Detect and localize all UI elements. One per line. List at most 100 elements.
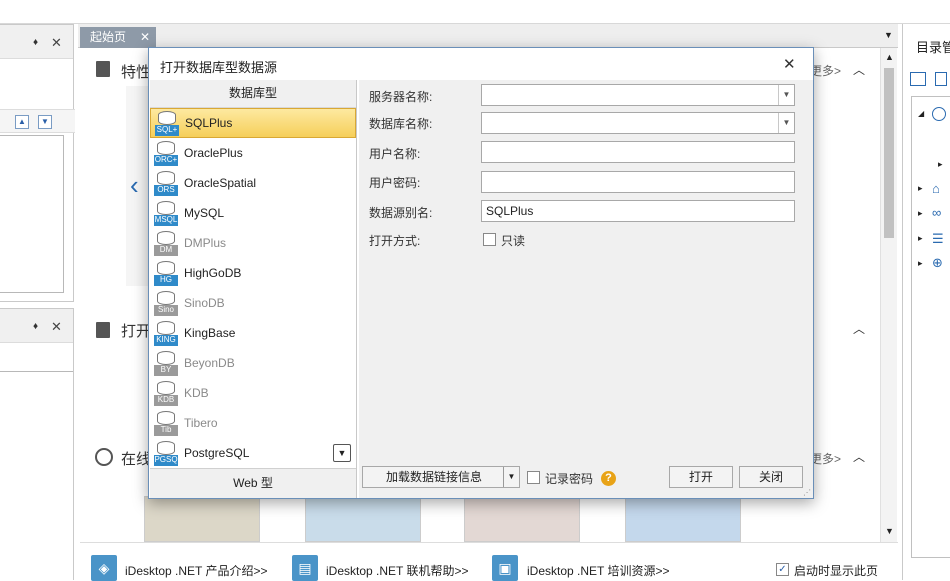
chevron-down-icon[interactable]: ▼ (503, 467, 519, 487)
tab-start-page[interactable]: 起始页 ✕ (80, 27, 156, 48)
database-type-item[interactable]: KING KingBase (150, 318, 356, 348)
database-type-item[interactable]: Tib Tibero (150, 408, 356, 438)
database-type-label: MySQL (184, 206, 225, 220)
chevron-down-icon[interactable]: ▼ (778, 85, 794, 105)
database-type-item[interactable]: MSQL MySQL (150, 198, 356, 228)
expand-icon[interactable]: ▸ (918, 258, 923, 269)
close-icon[interactable]: ✕ (51, 319, 62, 335)
map-thumbnail[interactable] (144, 496, 260, 542)
readonly-checkbox[interactable] (483, 233, 496, 246)
product-intro-link[interactable]: iDesktop .NET 产品介绍>> (125, 562, 268, 579)
database-icon: Tib (154, 410, 180, 436)
left-dock-list-2[interactable] (0, 371, 73, 581)
map-thumbnail[interactable] (625, 496, 741, 542)
expand-icon[interactable]: ▸ (918, 183, 923, 194)
delete-icon[interactable] (935, 72, 947, 86)
close-icon[interactable]: ✕ (51, 35, 62, 51)
database-tag: DM (154, 245, 178, 256)
scroll-down-icon[interactable]: ▼ (885, 526, 894, 536)
close-button[interactable]: 关闭 (739, 466, 803, 488)
collapse-icon[interactable]: ︿ (853, 320, 865, 337)
user-name-label: 用户名称: (369, 147, 421, 161)
right-dock: 目录管 ◢ ▸ ▸ ⌂ ▸ ∞ ▸ ☰ ▸ ⊕ (902, 24, 950, 580)
database-type-label: BeyonDB (184, 356, 235, 370)
vertical-scrollbar[interactable]: ▲ ▼ (880, 48, 897, 542)
catalog-tree[interactable]: ◢ ▸ ▸ ⌂ ▸ ∞ ▸ ☰ ▸ ⊕ (911, 96, 950, 558)
map-thumbnail[interactable] (305, 496, 421, 542)
database-tag: HG (154, 275, 178, 286)
database-type-item[interactable]: BY BeyonDB (150, 348, 356, 378)
help-icon[interactable]: ? (601, 471, 616, 486)
load-link-info-label: 加载数据链接信息 (385, 470, 482, 484)
scroll-up-icon[interactable]: ▲ (885, 52, 894, 62)
remember-password-checkbox[interactable] (527, 471, 540, 484)
database-icon: KDB (154, 380, 180, 406)
more-link-online[interactable]: 更多> (810, 450, 841, 467)
left-dock-panel-1-header: ♦ ✕ (0, 25, 73, 59)
database-type-label: SQLPlus (185, 116, 233, 130)
map-thumbnail[interactable] (464, 496, 580, 542)
database-type-item[interactable]: ORS OracleSpatial (150, 168, 356, 198)
database-type-item[interactable]: HG HighGoDB (150, 258, 356, 288)
close-icon[interactable]: ✕ (140, 27, 150, 48)
expand-icon[interactable]: ◢ (918, 109, 924, 118)
server-name-combobox[interactable]: ▼ (481, 84, 795, 106)
close-icon[interactable]: ✕ (783, 55, 796, 73)
document-icon (96, 61, 110, 77)
left-dock-panel-1: ♦ ✕ ▲ ▼ (0, 24, 75, 302)
database-type-panel: 数据库型 SQL+ SQLPlus ORC+ OraclePlus ORS OracleS… (150, 80, 357, 498)
password-label: 用户密码: (369, 176, 421, 190)
list-scroll-down-icon[interactable]: ▼ (333, 444, 351, 462)
open-button[interactable]: 打开 (669, 466, 733, 488)
database-type-label: OracleSpatial (184, 176, 257, 190)
database-name-label: 数据库名称: (369, 117, 433, 131)
move-down-icon[interactable]: ▼ (38, 115, 52, 129)
expand-icon[interactable]: ▸ (918, 208, 923, 219)
password-input[interactable] (481, 171, 795, 193)
database-tag: MSQL (154, 215, 178, 226)
database-tag: BY (154, 365, 178, 376)
pin-icon[interactable]: ♦ (33, 37, 38, 48)
collapse-icon[interactable]: ︿ (853, 448, 865, 465)
left-dock-list[interactable] (0, 135, 64, 293)
database-type-item[interactable]: ORC+ OraclePlus (150, 138, 356, 168)
expand-icon[interactable]: ▸ (938, 159, 943, 170)
open-mode-label: 打开方式: (369, 234, 421, 248)
online-help-link[interactable]: iDesktop .NET 联机帮助>> (326, 562, 469, 579)
database-icon: PGSQ (154, 440, 180, 466)
scroll-thumb[interactable] (884, 68, 894, 238)
expand-icon[interactable]: ▸ (918, 233, 923, 244)
workspace-icon: ⌂ (932, 181, 940, 196)
database-type-label: PostgreSQL (184, 446, 250, 460)
database-type-item[interactable]: Sino SinoDB (150, 288, 356, 318)
move-up-icon[interactable]: ▲ (15, 115, 29, 129)
alias-input[interactable]: SQLPlus (481, 200, 795, 222)
dialog-title: 打开数据库型数据源 (160, 60, 278, 75)
pin-icon[interactable]: ♦ (33, 321, 38, 332)
database-tag: KING (154, 335, 178, 346)
database-icon: DM (154, 230, 180, 256)
training-link[interactable]: iDesktop .NET 培训资源>> (527, 562, 670, 579)
show-on-start-checkbox[interactable]: ✓ (776, 563, 789, 576)
chevron-down-icon[interactable]: ▼ (778, 113, 794, 133)
new-folder-icon[interactable] (910, 72, 926, 86)
tab-list-dropdown-icon[interactable]: ▼ (884, 30, 893, 40)
web-type-tab[interactable]: Web 型 (150, 468, 356, 498)
database-name-combobox[interactable]: ▼ (481, 112, 795, 134)
resize-grip-icon[interactable]: ⋰ (803, 488, 811, 497)
database-type-item[interactable]: KDB KDB (150, 378, 356, 408)
user-name-input[interactable] (481, 141, 795, 163)
history-icon (932, 107, 946, 121)
more-link-features[interactable]: 更多> (810, 62, 841, 79)
database-tag: Sino (154, 305, 178, 316)
carousel-prev-icon[interactable]: ‹ (130, 170, 139, 201)
load-link-info-button[interactable]: 加载数据链接信息 ▼ (362, 466, 520, 488)
database-type-item[interactable]: SQL+ SQLPlus (150, 108, 356, 138)
collapse-icon[interactable]: ︿ (853, 61, 865, 78)
database-type-label: OraclePlus (184, 146, 243, 160)
database-type-item[interactable]: PGSQ PostgreSQL (150, 438, 356, 468)
open-database-datasource-dialog: 打开数据库型数据源 ✕ 数据库型 SQL+ SQLPlus ORC+ OraclePl… (148, 47, 814, 499)
product-intro-icon: ◈ (91, 555, 117, 581)
database-type-item[interactable]: DM DMPlus (150, 228, 356, 258)
database-icon: SQL+ (155, 110, 181, 136)
